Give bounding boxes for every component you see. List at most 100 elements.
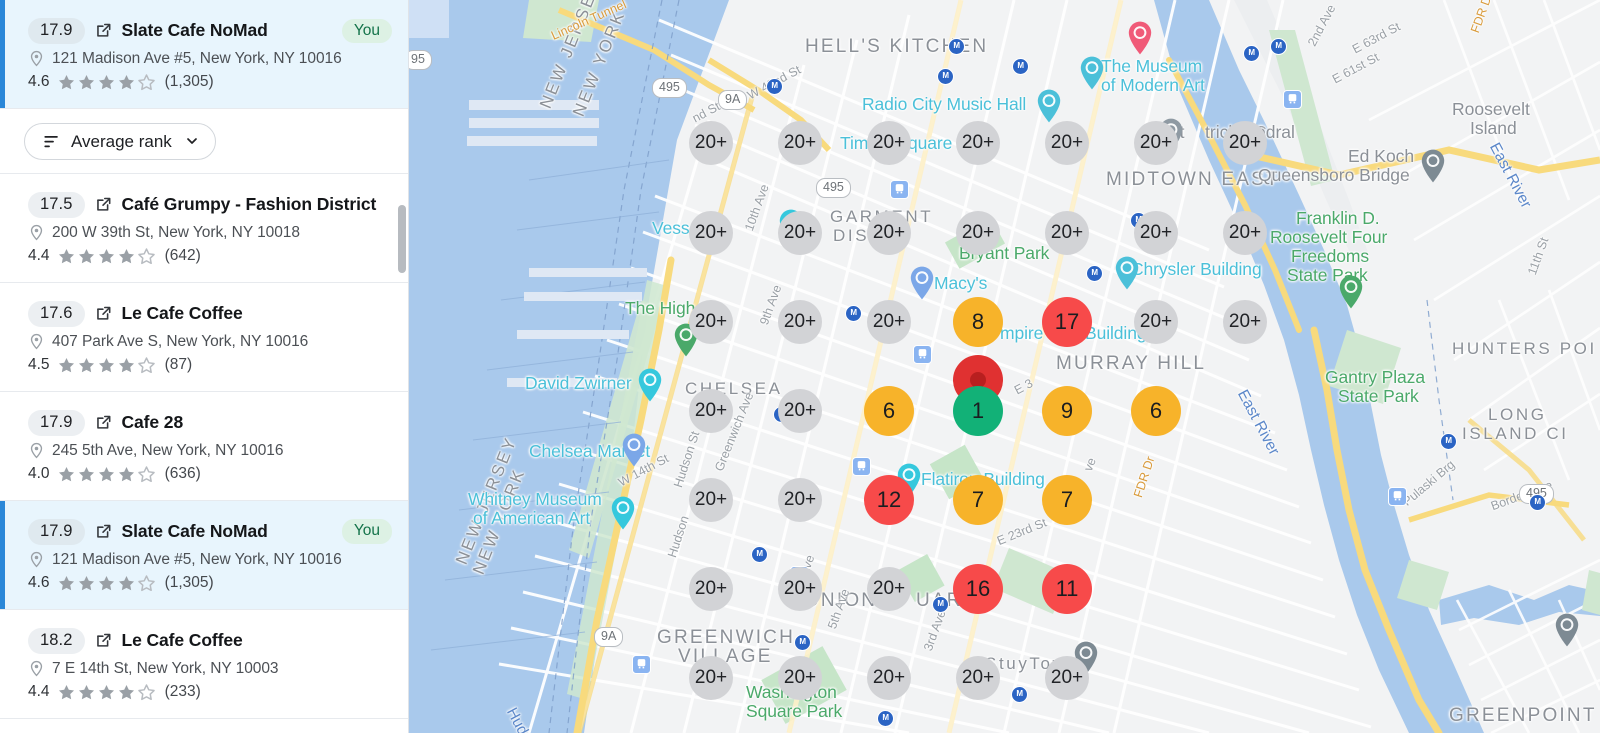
map-rank-pin[interactable]: 20+ [1223, 300, 1267, 344]
panel-scrollbar[interactable] [398, 130, 407, 733]
map-rank-pin[interactable]: 6 [864, 386, 914, 436]
map-place-pin[interactable] [620, 432, 648, 468]
subway-station-icon[interactable]: M [877, 710, 894, 727]
map-place-pin[interactable] [1113, 255, 1141, 291]
map-rank-pin[interactable]: 20+ [689, 656, 733, 700]
map-rank-pin[interactable]: 20+ [867, 567, 911, 611]
map-rank-pin[interactable]: 20+ [778, 567, 822, 611]
map-rank-pin[interactable]: 20+ [1045, 211, 1089, 255]
map-place-pin[interactable] [1337, 274, 1365, 310]
map-rank-pin[interactable]: 20+ [1223, 121, 1267, 165]
subway-station-icon[interactable]: M [948, 38, 965, 55]
map-rank-pin[interactable]: 20+ [689, 389, 733, 433]
map-place-pin[interactable] [1078, 55, 1106, 91]
external-link-icon[interactable] [94, 522, 113, 541]
map-rank-pin[interactable]: 12 [864, 475, 914, 525]
panel-scrollbar-thumb[interactable] [398, 205, 406, 273]
subway-station-icon[interactable]: M [845, 305, 862, 322]
map-rank-pin[interactable]: 20+ [689, 121, 733, 165]
map-rank-pin[interactable]: 20+ [689, 567, 733, 611]
subway-station-icon[interactable]: M [1012, 58, 1029, 75]
external-link-icon[interactable] [94, 631, 113, 650]
transit-stop-icon[interactable] [1283, 90, 1302, 109]
result-item[interactable]: 17.9 Slate Cafe NoMad You 121 Madison Av… [0, 500, 408, 610]
result-item[interactable]: 17.9 Slate Cafe NoMad You 121 Madison Av… [0, 0, 408, 109]
subway-station-icon[interactable]: M [766, 78, 783, 95]
subway-station-icon[interactable]: M [751, 546, 768, 563]
map-rank-pin[interactable]: 20+ [1134, 300, 1178, 344]
map-rank-pin[interactable]: 16 [953, 564, 1003, 614]
map-rank-pin[interactable]: 8 [953, 297, 1003, 347]
transit-stop-icon[interactable] [913, 345, 932, 364]
map-rank-pin[interactable]: 20+ [1045, 656, 1089, 700]
map-place-pin[interactable] [609, 495, 637, 531]
result-item[interactable]: 17.9 Cafe 28 245 5th Ave, New York, NY 1… [0, 391, 408, 501]
subway-station-icon[interactable]: M [1243, 45, 1260, 62]
map-rank-pin[interactable]: 20+ [867, 121, 911, 165]
business-name[interactable]: Le Cafe Coffee [122, 630, 243, 651]
subway-station-icon[interactable]: M [937, 68, 954, 85]
map-place-pin[interactable] [1035, 88, 1063, 124]
transit-stop-icon[interactable] [1388, 487, 1407, 506]
subway-station-icon[interactable]: M [1086, 265, 1103, 282]
map-rank-pin[interactable]: 6 [1131, 386, 1181, 436]
subway-station-icon[interactable]: M [932, 596, 949, 613]
map-rank-pin[interactable]: 11 [1042, 564, 1092, 614]
subway-station-icon[interactable]: M [1440, 433, 1457, 450]
map-rank-pin[interactable]: 20+ [689, 478, 733, 522]
map-rank-pin[interactable]: 7 [1042, 475, 1092, 525]
map-rank-pin[interactable]: 20+ [778, 478, 822, 522]
external-link-icon[interactable] [94, 413, 113, 432]
map-rank-pin[interactable]: 20+ [1134, 121, 1178, 165]
map-rank-pin[interactable]: 20+ [867, 211, 911, 255]
map-rank-pin[interactable]: 20+ [778, 656, 822, 700]
external-link-icon[interactable] [94, 21, 113, 40]
map-rank-pin[interactable]: 20+ [956, 211, 1000, 255]
map-rank-pin[interactable]: 1 [953, 386, 1003, 436]
map-place-pin[interactable] [908, 265, 936, 301]
map-place-pin[interactable] [1553, 612, 1581, 648]
business-name[interactable]: Café Grumpy - Fashion District [122, 194, 377, 215]
map-rank-pin[interactable]: 20+ [956, 121, 1000, 165]
map-rank-pin[interactable]: 7 [953, 475, 1003, 525]
map-rank-pin[interactable]: 20+ [956, 656, 1000, 700]
map-canvas[interactable]: HELL'S KITCHENMIDTOWN EASTGARMENTDISTCHE… [409, 0, 1600, 733]
transit-stop-icon[interactable] [632, 655, 651, 674]
business-name[interactable]: Le Cafe Coffee [122, 303, 243, 324]
map-rank-pin[interactable]: 20+ [778, 300, 822, 344]
business-name[interactable]: Slate Cafe NoMad [122, 521, 268, 542]
results-list[interactable]: 17.5 Café Grumpy - Fashion District 200 … [0, 173, 408, 719]
result-item[interactable]: 17.6 Le Cafe Coffee 407 Park Ave S, New … [0, 282, 408, 392]
map-rank-pin[interactable]: 17 [1042, 297, 1092, 347]
transit-stop-icon[interactable] [852, 457, 871, 476]
result-item[interactable]: 18.2 Le Cafe Coffee 7 E 14th St, New Yor… [0, 609, 408, 719]
transit-stop-icon[interactable] [890, 180, 909, 199]
map-place-pin[interactable] [636, 367, 664, 403]
subway-station-icon[interactable]: M [1529, 494, 1546, 511]
business-name[interactable]: Slate Cafe NoMad [122, 20, 268, 41]
route-shield: 9A [594, 627, 624, 647]
map-rank-pin[interactable]: 9 [1042, 386, 1092, 436]
external-link-icon[interactable] [94, 304, 113, 323]
map-rank-pin[interactable]: 20+ [1045, 121, 1089, 165]
map-rank-pin[interactable]: 20+ [1223, 211, 1267, 255]
subway-station-icon[interactable]: M [1011, 686, 1028, 703]
map-rank-pin[interactable]: 20+ [867, 656, 911, 700]
map-rank-pin[interactable]: 20+ [778, 389, 822, 433]
external-link-icon[interactable] [94, 195, 113, 214]
result-item-top[interactable]: 17.9 Slate Cafe NoMad You 121 Madison Av… [0, 0, 408, 109]
map-rank-pin[interactable]: 20+ [778, 121, 822, 165]
result-item[interactable]: 17.5 Café Grumpy - Fashion District 200 … [0, 173, 408, 283]
map-place-pin[interactable] [1126, 20, 1154, 56]
business-address: 407 Park Ave S, New York, NY 10016 [52, 332, 309, 350]
map-rank-pin[interactable]: 20+ [1134, 211, 1178, 255]
map-rank-pin[interactable]: 20+ [778, 211, 822, 255]
subway-station-icon[interactable]: M [1270, 38, 1287, 55]
map-place-pin[interactable] [1419, 148, 1447, 184]
sort-button[interactable]: Average rank [24, 122, 216, 160]
map-rank-pin[interactable]: 20+ [689, 211, 733, 255]
map-rank-pin[interactable]: 20+ [867, 300, 911, 344]
map-rank-pin[interactable]: 20+ [689, 300, 733, 344]
business-name[interactable]: Cafe 28 [122, 412, 184, 433]
subway-station-icon[interactable]: M [794, 634, 811, 651]
